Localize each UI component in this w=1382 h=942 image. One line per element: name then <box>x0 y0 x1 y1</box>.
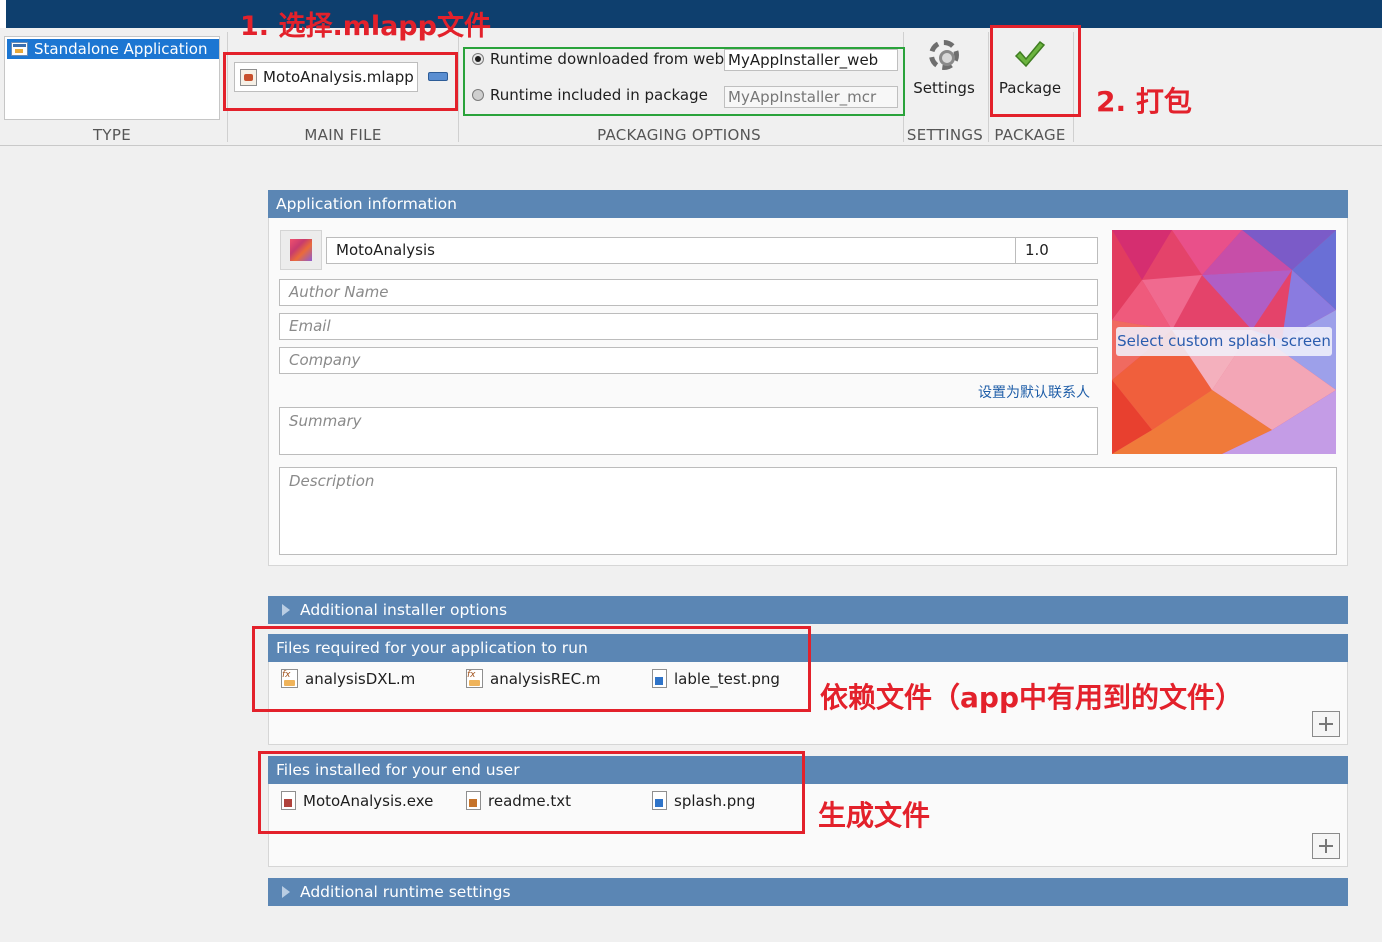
settings-button[interactable]: Settings <box>906 40 982 97</box>
title-bar-edge <box>0 0 6 28</box>
app-version-field[interactable]: 1.0 <box>1015 237 1098 264</box>
section-label-packaging-options: PACKAGING OPTIONS <box>597 126 761 144</box>
app-icon-image <box>290 239 312 261</box>
add-installed-file-button[interactable] <box>1312 833 1340 859</box>
type-item-standalone[interactable]: Standalone Application <box>7 39 219 59</box>
author-name-field[interactable]: Author Name <box>279 279 1098 306</box>
section-label-package: PACKAGE <box>994 126 1066 144</box>
add-required-file-button[interactable] <box>1312 711 1340 737</box>
description-field[interactable]: Description <box>279 467 1337 555</box>
type-item-label: Standalone Application <box>34 40 208 58</box>
application-information-header: Application information <box>268 190 1348 218</box>
expand-triangle-icon <box>282 604 290 616</box>
annotation-box-package <box>990 25 1081 117</box>
annotation-step1: 1. 选择.mlapp文件 <box>240 11 491 42</box>
set-default-contact-link[interactable]: 设置为默认联系人 <box>978 382 1090 402</box>
annotation-generated-note: 生成文件 <box>818 799 931 832</box>
additional-runtime-settings-header[interactable]: Additional runtime settings <box>268 878 1348 906</box>
additional-installer-options-header[interactable]: Additional installer options <box>268 596 1348 624</box>
type-list[interactable]: Standalone Application <box>4 36 220 120</box>
select-splash-screen-button[interactable]: Select custom splash screen <box>1116 327 1332 356</box>
annotation-box-packaging-options <box>463 47 905 116</box>
additional-installer-options-label: Additional installer options <box>300 601 508 619</box>
title-bar <box>0 0 1382 28</box>
app-name-field[interactable]: MotoAnalysis <box>326 237 1016 264</box>
settings-button-label: Settings <box>913 79 975 97</box>
section-label-main-file: MAIN FILE <box>304 126 382 144</box>
annotation-dependency-note: 依赖文件（app中有用到的文件） <box>820 681 1243 714</box>
expand-triangle-icon <box>282 886 290 898</box>
email-field[interactable]: Email <box>279 313 1098 340</box>
section-label-type: TYPE <box>92 126 132 144</box>
annotation-box-installed-files <box>258 751 805 834</box>
application-icon <box>11 42 28 56</box>
app-icon-button[interactable] <box>280 230 322 270</box>
summary-field[interactable]: Summary <box>279 407 1098 455</box>
additional-runtime-settings-label: Additional runtime settings <box>300 883 511 901</box>
section-label-settings: SETTINGS <box>906 126 984 144</box>
annotation-box-main-file <box>223 52 458 111</box>
annotation-step2: 2. 打包 <box>1096 85 1192 118</box>
gear-icon <box>929 40 959 70</box>
company-field[interactable]: Company <box>279 347 1098 374</box>
annotation-box-required-files <box>252 626 811 712</box>
splash-screen[interactable]: Select custom splash screen <box>1112 230 1336 454</box>
